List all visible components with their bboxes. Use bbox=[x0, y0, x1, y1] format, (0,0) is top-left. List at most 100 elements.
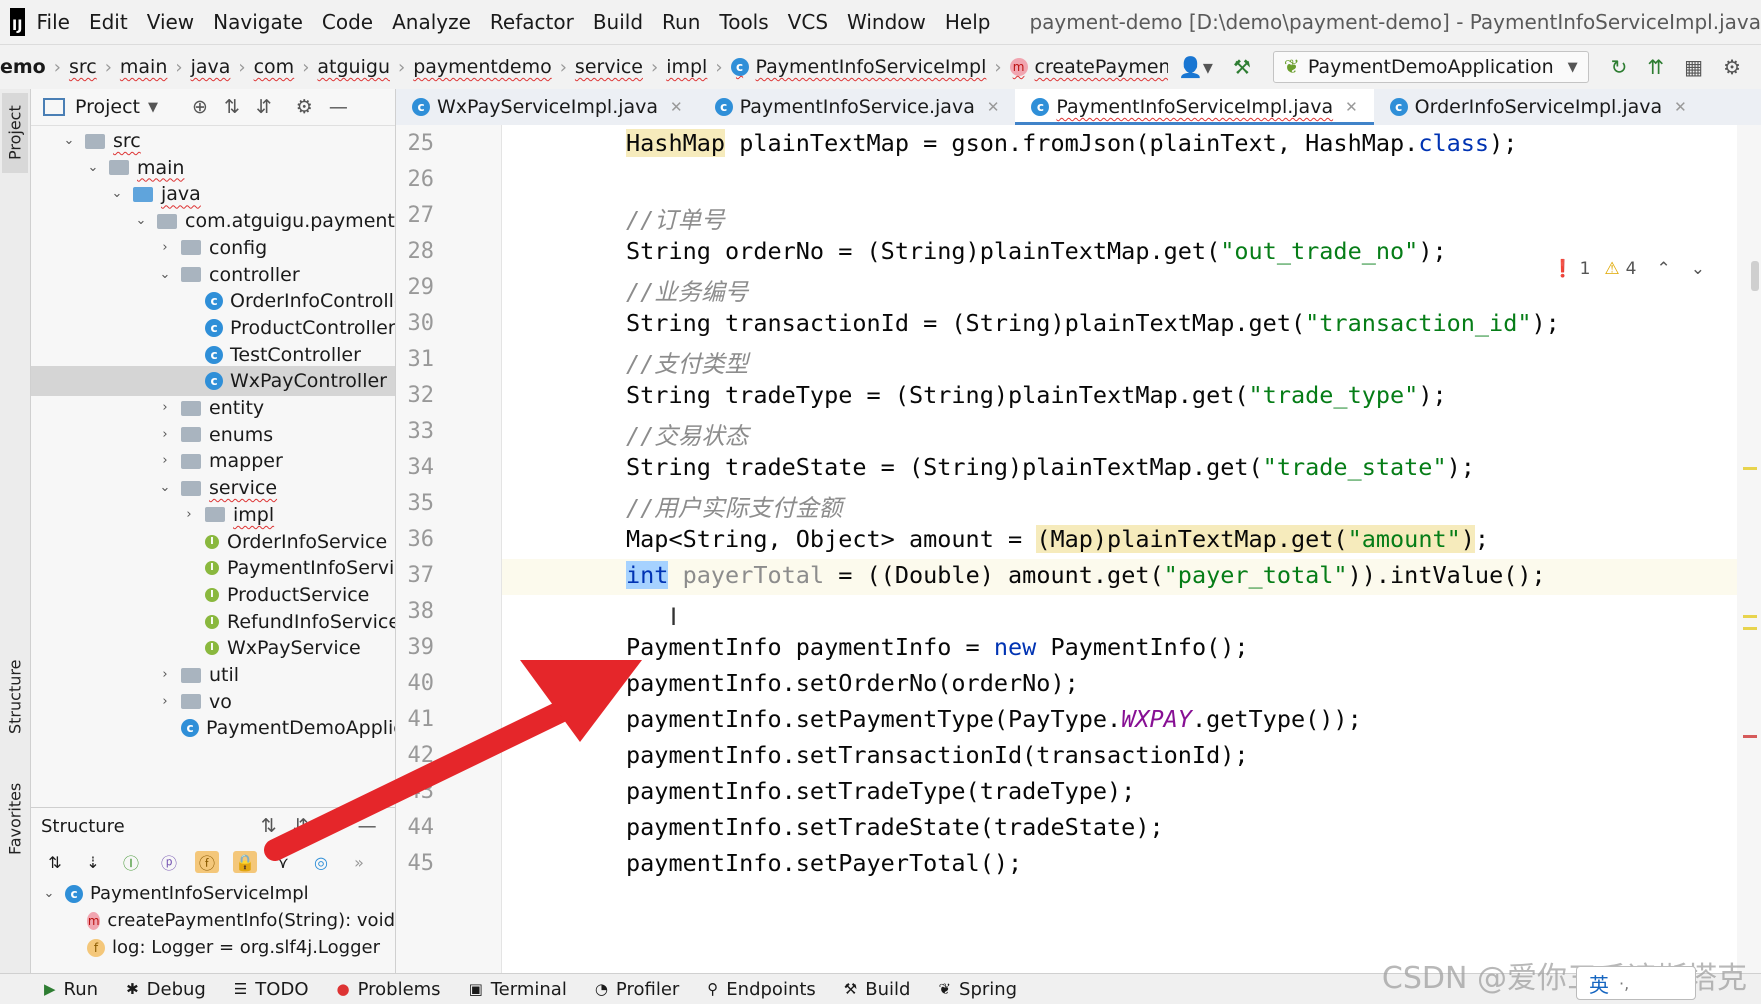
warning-marker[interactable] bbox=[1743, 615, 1757, 618]
run-icon[interactable]: ⇈ bbox=[1647, 55, 1664, 79]
breadcrumb-item[interactable]: emo bbox=[0, 56, 46, 78]
tree-item[interactable]: ⌄ service bbox=[157, 473, 278, 503]
breadcrumb-item[interactable]: com bbox=[254, 56, 295, 78]
expand-all-icon[interactable]: ⇅ bbox=[224, 96, 240, 118]
tool-window-terminal[interactable]: ▣ Terminal bbox=[469, 979, 567, 1000]
warning-marker[interactable] bbox=[1743, 627, 1757, 630]
collapse-all-icon[interactable]: ⇵ bbox=[293, 815, 309, 837]
editor-tab[interactable]: c WxPayServiceImpl.java ✕ bbox=[396, 89, 699, 125]
editor-tab[interactable]: c PaymentInfoServiceImpl.java ✕ bbox=[1015, 89, 1374, 125]
profile-icon[interactable]: ⚙ bbox=[1723, 55, 1741, 79]
tree-item[interactable]: › vo bbox=[157, 687, 231, 717]
tree-item[interactable]: I PaymentInfoService bbox=[181, 553, 395, 583]
tree-item[interactable]: › util bbox=[157, 660, 239, 690]
menu-vcs[interactable]: VCS bbox=[788, 10, 828, 34]
code-line[interactable]: String orderNo = (String)plainTextMap.ge… bbox=[626, 237, 1447, 265]
tree-item[interactable]: ⌄ controller bbox=[157, 260, 300, 290]
chevron-down-icon[interactable]: ▼ bbox=[148, 100, 158, 115]
chevron-right-icon[interactable]: › bbox=[157, 660, 173, 690]
expand-all-icon[interactable]: ⇅ bbox=[261, 815, 277, 837]
error-marker[interactable] bbox=[1743, 735, 1757, 738]
tool-window-todo[interactable]: ☰ TODO bbox=[234, 979, 309, 1000]
tool-window-problems[interactable]: ● Problems bbox=[337, 979, 441, 1000]
sort-alpha-icon[interactable]: ⇣ bbox=[81, 851, 105, 873]
code-line[interactable]: paymentInfo.setTradeState(tradeState); bbox=[626, 813, 1164, 841]
tree-item[interactable]: I ProductService bbox=[181, 580, 369, 610]
tree-item[interactable]: I WxPayService bbox=[181, 633, 361, 663]
warning-marker[interactable] bbox=[1743, 467, 1757, 470]
project-tool-button[interactable]: Project bbox=[2, 93, 28, 173]
menu-code[interactable]: Code bbox=[322, 10, 373, 34]
chevron-down-icon[interactable]: ⌄ bbox=[157, 473, 173, 503]
code-line[interactable]: PaymentInfo paymentInfo = new PaymentInf… bbox=[626, 633, 1249, 661]
tool-window-spring[interactable]: ❦ Spring bbox=[938, 979, 1017, 1000]
hide-icon[interactable]: — bbox=[329, 96, 348, 118]
collapse-all-icon[interactable]: ⇵ bbox=[256, 96, 272, 118]
structure-item[interactable]: m createPaymentInfo(String): void bbox=[31, 907, 395, 934]
tree-item[interactable]: c WxPayController bbox=[31, 366, 395, 397]
tree-item[interactable]: › enums bbox=[157, 420, 273, 450]
inspection-widget[interactable]: ❗ 1 ⚠ 4 ⌃ ⌄ bbox=[1552, 259, 1705, 279]
gear-icon[interactable]: ⚙ bbox=[325, 815, 342, 837]
rerun-icon[interactable]: ↻ bbox=[1611, 55, 1628, 79]
menu-navigate[interactable]: Navigate bbox=[213, 10, 303, 34]
editor-scrollbar[interactable] bbox=[1737, 125, 1761, 973]
menu-edit[interactable]: Edit bbox=[89, 10, 128, 34]
chevron-right-icon[interactable]: › bbox=[157, 393, 173, 423]
user-icon[interactable]: 👤▾ bbox=[1178, 55, 1213, 79]
more-icon[interactable]: » bbox=[347, 851, 371, 873]
hide-icon[interactable]: — bbox=[358, 815, 377, 837]
show-fields-icon[interactable]: ⓕ bbox=[195, 851, 219, 873]
breadcrumb-item[interactable]: impl bbox=[666, 56, 707, 78]
close-icon[interactable]: ✕ bbox=[987, 98, 1000, 116]
next-highlight-icon[interactable]: ⌄ bbox=[1691, 259, 1705, 279]
show-non-public-icon[interactable]: 🔒 bbox=[233, 851, 257, 873]
chevron-right-icon[interactable]: › bbox=[157, 687, 173, 717]
menu-tools[interactable]: Tools bbox=[719, 10, 768, 34]
locate-icon[interactable]: ⊕ bbox=[192, 96, 208, 118]
code-line[interactable]: paymentInfo.setPaymentType(PayType.WXPAY… bbox=[626, 705, 1362, 733]
menu-analyze[interactable]: Analyze bbox=[392, 10, 471, 34]
chevron-down-icon[interactable]: ⌄ bbox=[157, 260, 173, 290]
code-line[interactable]: //用户实际支付金额 bbox=[626, 489, 842, 523]
project-view-dropdown[interactable]: Project bbox=[75, 96, 140, 118]
tree-item[interactable]: c OrderInfoController bbox=[181, 286, 395, 316]
tree-item[interactable]: › impl bbox=[181, 500, 274, 530]
close-icon[interactable]: ✕ bbox=[1345, 98, 1358, 116]
code-line[interactable]: paymentInfo.setOrderNo(orderNo); bbox=[626, 669, 1079, 697]
code-line[interactable]: paymentInfo.setPayerTotal(); bbox=[626, 849, 1022, 877]
menu-file[interactable]: File bbox=[37, 10, 70, 34]
favorites-tool-button[interactable]: Favorites bbox=[2, 769, 28, 869]
code-line[interactable]: paymentInfo.setTradeType(tradeType); bbox=[626, 777, 1135, 805]
gear-icon[interactable]: ⚙ bbox=[296, 96, 313, 118]
structure-tool-button[interactable]: Structure bbox=[2, 647, 28, 747]
chevron-down-icon[interactable]: ⌄ bbox=[61, 126, 77, 156]
autoscroll-icon[interactable]: ◎ bbox=[309, 851, 333, 873]
tree-item[interactable]: › entity bbox=[157, 393, 264, 423]
structure-item[interactable]: f log: Logger = org.slf4j.Logger bbox=[31, 934, 395, 961]
menu-refactor[interactable]: Refactor bbox=[490, 10, 574, 34]
tool-window-build[interactable]: ⚒ Build bbox=[844, 979, 911, 1000]
editor-tab[interactable]: c OrderInfoServiceImpl.java ✕ bbox=[1374, 89, 1703, 125]
tree-item[interactable]: › config bbox=[157, 233, 267, 263]
tree-item[interactable]: ⌄ com.atguigu.paymentdemo bbox=[133, 206, 395, 236]
code-line[interactable]: HashMap plainTextMap = gson.fromJson(pla… bbox=[626, 129, 1517, 157]
tool-window-run[interactable]: ▶ Run bbox=[44, 979, 98, 1000]
chevron-right-icon[interactable]: › bbox=[181, 500, 197, 530]
chevron-down-icon[interactable]: ⌄ bbox=[133, 206, 149, 236]
menu-help[interactable]: Help bbox=[945, 10, 991, 34]
code-line[interactable]: int payerTotal = ((Double) amount.get("p… bbox=[626, 561, 1546, 589]
coverage-icon[interactable]: ▦ bbox=[1684, 55, 1703, 79]
structure-item[interactable]: ⌄ c PaymentInfoServiceImpl bbox=[31, 880, 395, 907]
menu-build[interactable]: Build bbox=[593, 10, 643, 34]
tree-item[interactable]: ⌄ java bbox=[109, 179, 201, 209]
tool-window-debug[interactable]: ✱ Debug bbox=[126, 979, 206, 1000]
menu-view[interactable]: View bbox=[147, 10, 194, 34]
breadcrumb-item[interactable]: src bbox=[69, 56, 97, 78]
tree-item[interactable]: c PaymentDemoApplication bbox=[157, 713, 395, 743]
sort-visibility-icon[interactable]: ⇅ bbox=[43, 851, 67, 873]
code-line[interactable]: //交易状态 bbox=[626, 417, 748, 451]
code-line[interactable]: Map<String, Object> amount = (Map)plainT… bbox=[626, 525, 1489, 553]
chevron-down-icon[interactable]: ⌄ bbox=[41, 886, 57, 901]
breadcrumb-item[interactable]: service bbox=[575, 56, 643, 78]
